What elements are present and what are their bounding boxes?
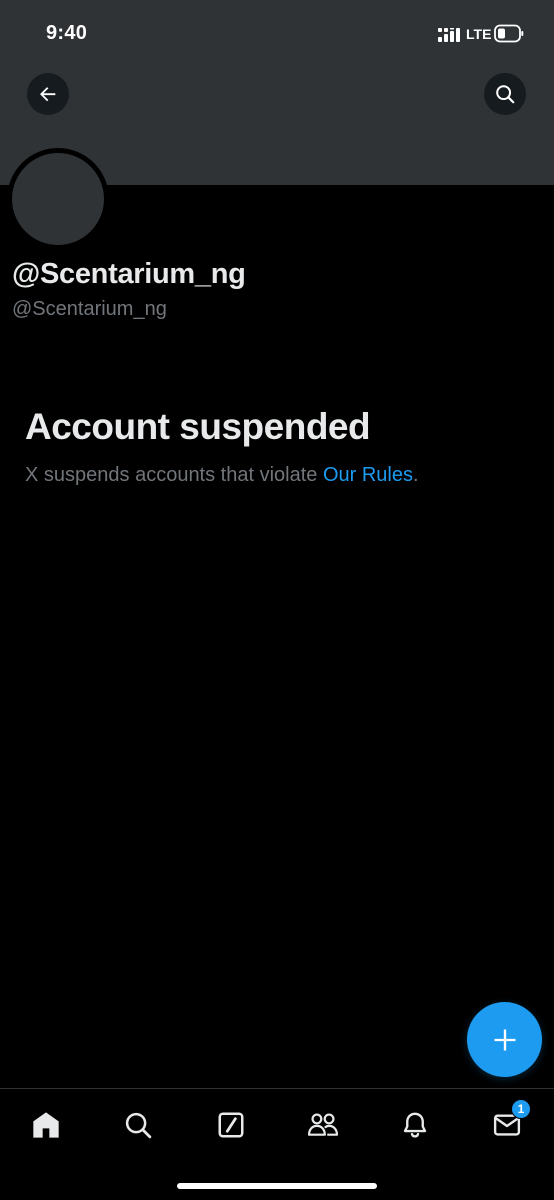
arrow-left-icon — [40, 87, 56, 102]
nav-messages[interactable]: 1 — [487, 1099, 531, 1145]
suspended-message: X suspends accounts that violate Our Rul… — [25, 464, 419, 487]
suspended-message-period: . — [413, 464, 419, 486]
compose-slash-icon — [218, 1112, 244, 1138]
cellular-signal-icon — [438, 28, 460, 42]
home-indicator[interactable] — [177, 1183, 377, 1189]
home-icon — [33, 1112, 59, 1138]
nav-home[interactable] — [26, 1105, 66, 1145]
search-icon — [496, 85, 515, 104]
suspended-message-text: X suspends accounts that violate — [25, 464, 323, 486]
compose-fab-button[interactable] — [467, 1002, 542, 1077]
status-time: 9:40 — [46, 22, 88, 44]
nav-grok[interactable] — [211, 1105, 251, 1145]
nav-search[interactable] — [118, 1105, 158, 1145]
communities-icon — [307, 1113, 339, 1136]
search-icon — [125, 1112, 152, 1139]
our-rules-link[interactable]: Our Rules — [323, 464, 413, 486]
nav-notifications[interactable] — [395, 1105, 435, 1145]
search-button[interactable] — [484, 73, 526, 115]
bell-icon — [403, 1112, 427, 1138]
avatar[interactable] — [7, 148, 109, 250]
network-type: LTE — [466, 26, 492, 42]
display-name: @Scentarium_ng — [12, 258, 246, 290]
suspended-title: Account suspended — [25, 406, 371, 447]
battery-low-icon — [494, 24, 524, 43]
nav-communities[interactable] — [303, 1105, 343, 1145]
plus-icon — [494, 1029, 515, 1050]
back-button[interactable] — [27, 73, 69, 115]
profile-page: 9:40 LTE @Scentarium_ng @Scentarium_ng A… — [0, 0, 554, 1200]
user-handle: @Scentarium_ng — [12, 298, 167, 320]
messages-badge: 1 — [511, 1099, 531, 1119]
status-bar: 9:40 LTE — [0, 0, 554, 66]
